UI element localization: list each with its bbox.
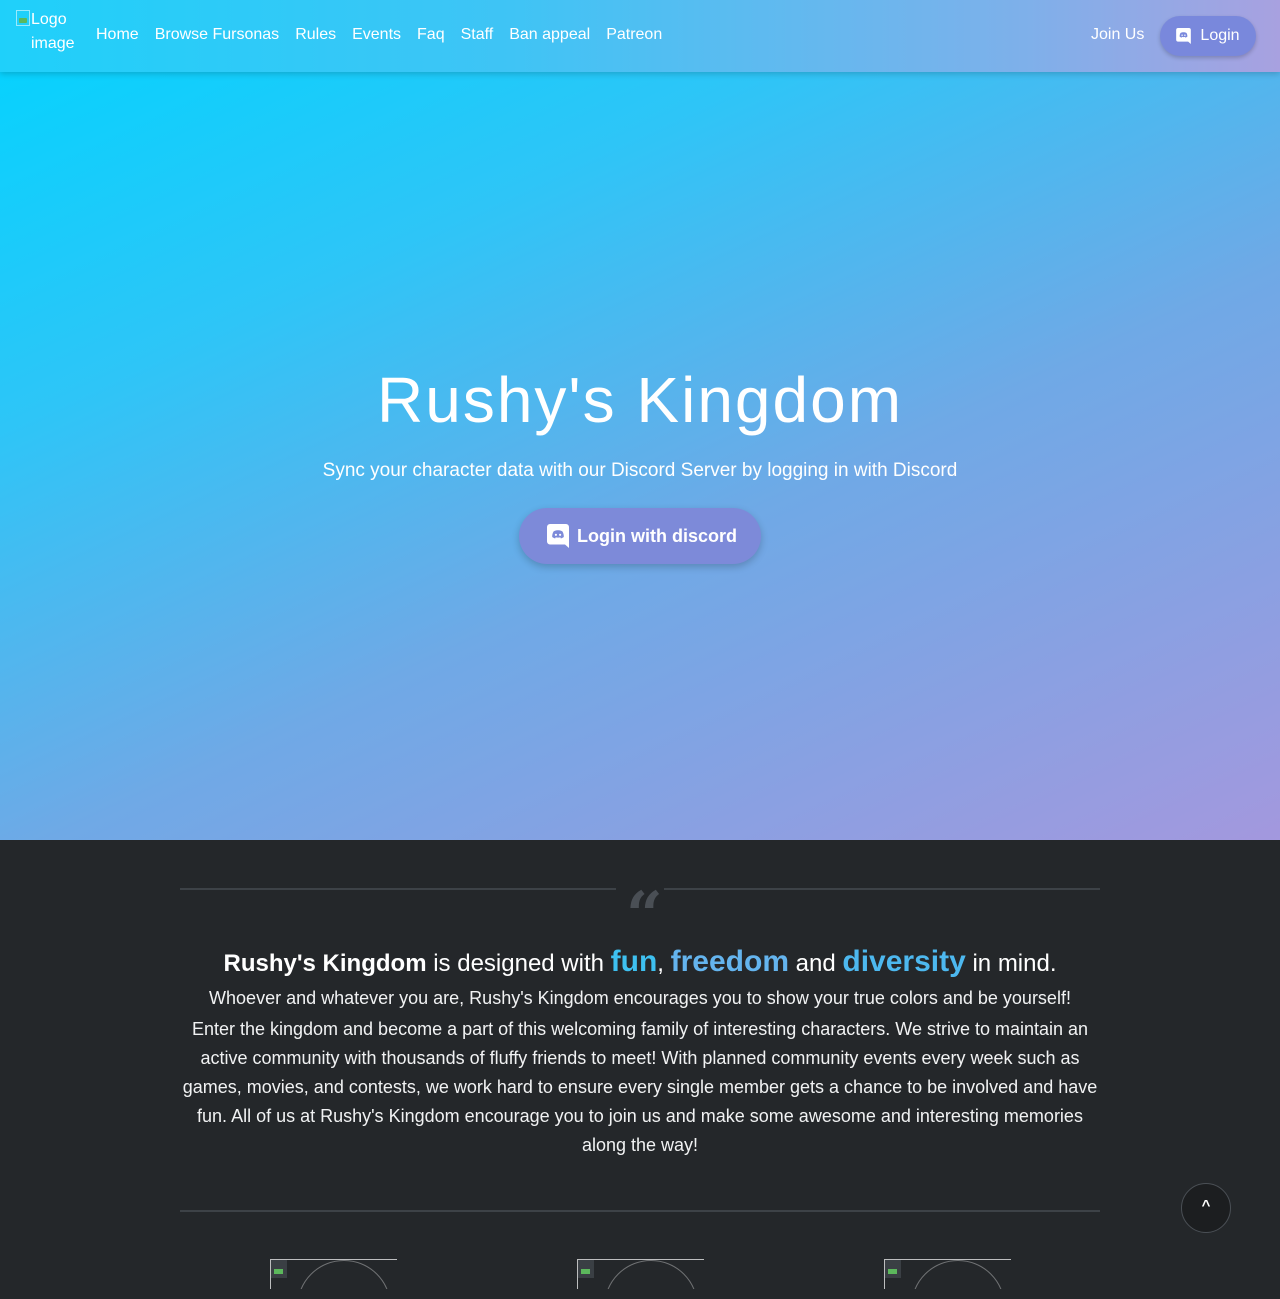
hero-section: Rushy's Kingdom Sync your character data… — [0, 0, 1280, 840]
section-divider: “ — [180, 878, 1100, 953]
card-avatar-circle — [911, 1260, 1005, 1289]
hero-subtitle: Sync your character data with our Discor… — [322, 460, 958, 481]
divider-line-right — [664, 888, 1100, 890]
login-with-discord-button[interactable]: Login with discord — [519, 508, 761, 564]
broken-image-icon — [16, 10, 30, 26]
card-avatar-circle — [297, 1260, 391, 1289]
broken-image-icon — [578, 1260, 594, 1278]
about-line-1: Whoever and whatever you are, Rushy's Ki… — [209, 988, 1071, 1008]
nav-link-ban-appeal[interactable]: Ban appeal — [501, 22, 598, 48]
feature-card-image — [884, 1259, 1011, 1289]
feature-card-image — [577, 1259, 704, 1289]
nav-link-home[interactable]: Home — [88, 22, 147, 48]
nav-link-patreon[interactable]: Patreon — [598, 22, 670, 48]
discord-icon — [1176, 28, 1192, 44]
nav-link-faq[interactable]: Faq — [409, 22, 453, 48]
nav-link-rules[interactable]: Rules — [287, 22, 344, 48]
logo[interactable]: Logo image — [16, 8, 80, 56]
top-navbar: Logo image Home Browse Fursonas Rules Ev… — [0, 0, 1280, 72]
headline-and: and — [789, 950, 843, 977]
hero-title: Rushy's Kingdom — [377, 364, 903, 436]
broken-image-icon — [885, 1260, 901, 1278]
join-us-link[interactable]: Join Us — [1083, 22, 1152, 48]
about-paragraph: Enter the kingdom and become a part of t… — [182, 1019, 1098, 1155]
quote-icon: “ — [626, 878, 663, 953]
logo-alt-text: Logo image — [31, 11, 75, 52]
section-divider-bottom — [180, 1210, 1100, 1212]
nav-link-staff[interactable]: Staff — [453, 22, 502, 48]
hero-content: Rushy's Kingdom Sync your character data… — [0, 360, 1280, 564]
feature-cards — [270, 1259, 1011, 1299]
about-section: “ Rushy's Kingdom is designed with fun, … — [180, 880, 1100, 1212]
scroll-to-top-button[interactable]: ^ — [1181, 1183, 1231, 1233]
brand-name: Rushy's Kingdom — [223, 950, 427, 977]
nav-link-browse-fursonas[interactable]: Browse Fursonas — [147, 22, 288, 48]
nav-links: Home Browse Fursonas Rules Events Faq St… — [88, 22, 670, 48]
headline-end: in mind. — [965, 950, 1057, 977]
divider-line-left — [180, 888, 616, 890]
headline-text: is designed with — [426, 950, 611, 977]
highlight-freedom: freedom — [670, 945, 789, 978]
discord-icon — [547, 524, 569, 548]
login-with-discord-label: Login with discord — [577, 525, 737, 546]
nav-link-events[interactable]: Events — [344, 22, 409, 48]
highlight-diversity: diversity — [842, 945, 966, 978]
headline-comma: , — [657, 950, 664, 977]
feature-card-image — [270, 1259, 397, 1289]
login-button[interactable]: Login — [1160, 16, 1256, 56]
broken-image-icon — [271, 1260, 287, 1278]
card-avatar-circle — [604, 1260, 698, 1289]
login-label: Login — [1200, 27, 1240, 44]
